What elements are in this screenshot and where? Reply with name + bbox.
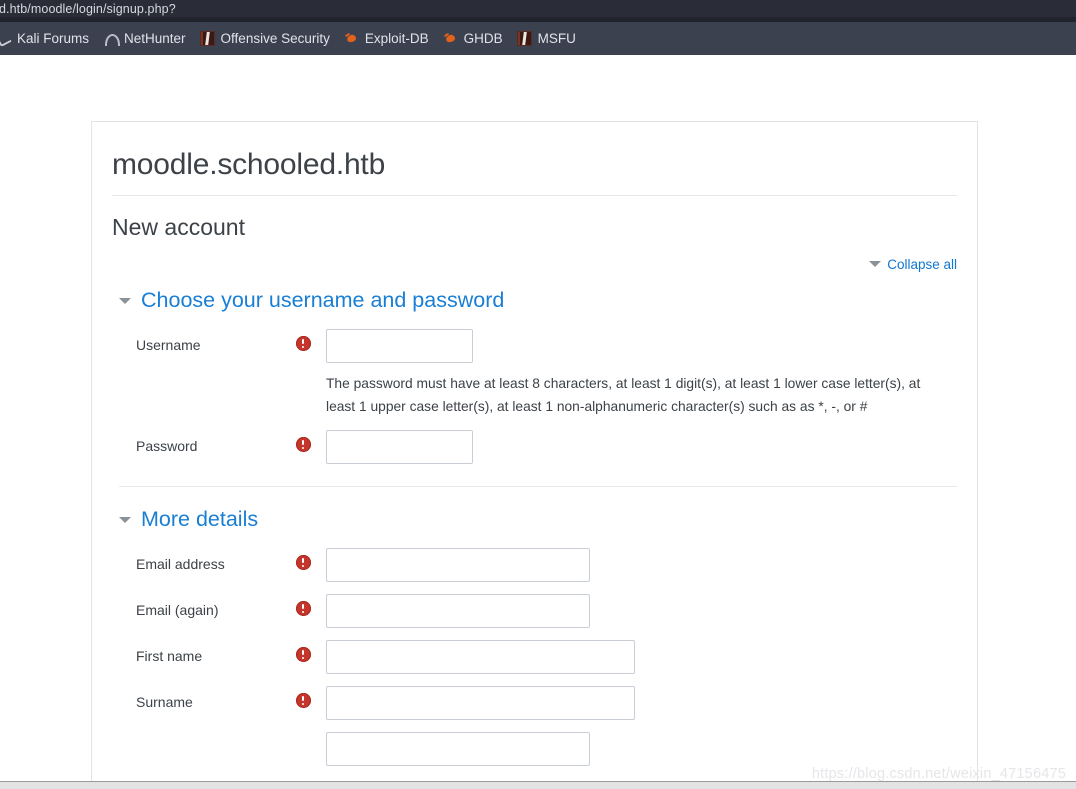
bookmark-ghdb[interactable]: GHDB [438, 28, 512, 49]
field-label-email-again: Email (again) [136, 602, 219, 618]
field-control-first-name [326, 640, 957, 674]
chevron-down-icon [119, 297, 131, 304]
kali-dragon-icon [0, 31, 11, 46]
chevron-down-icon [869, 261, 882, 267]
required-marker-email-address [280, 548, 326, 570]
required-exclamation-icon [295, 601, 311, 616]
metasploit-icon [516, 31, 532, 46]
bookmark-label: MSFU [537, 31, 576, 46]
field-control-password [326, 430, 957, 464]
collapse-all-label: Collapse all [887, 257, 957, 272]
required-exclamation-icon [295, 555, 311, 570]
field-label-first-name: First name [136, 648, 203, 664]
section-title[interactable]: More details [141, 507, 258, 532]
collapse-all-link[interactable]: Collapse all [869, 257, 957, 272]
field-row-next-clipped [112, 726, 957, 772]
required-marker-surname [280, 686, 326, 708]
chevron-down-icon [119, 516, 131, 523]
bookmark-exploit-db[interactable]: Exploit-DB [339, 28, 438, 49]
field-label-clipped [112, 732, 280, 739]
bookmarks-bar: Kali Forums NetHunter Offensive Security… [0, 22, 1076, 55]
bookmark-label: Kali Forums [17, 31, 90, 46]
section-title[interactable]: Choose your username and password [141, 288, 504, 313]
first-name-input[interactable] [326, 640, 635, 674]
required-marker-email-again [280, 594, 326, 616]
field-control-clipped [326, 732, 957, 766]
bug-icon [443, 31, 458, 46]
field-row-email-address: Email address [112, 542, 957, 588]
required-exclamation-icon [295, 647, 311, 662]
clipped-input[interactable] [326, 732, 590, 766]
field-row-surname: Surname [112, 680, 957, 726]
field-control-surname [326, 686, 957, 720]
field-control-email-again [326, 594, 957, 628]
section-choose-username-password: Choose your username and password Userna… [112, 274, 957, 487]
bookmark-label: Exploit-DB [364, 31, 429, 46]
url-text[interactable]: d.htb/moodle/login/signup.php? [0, 2, 176, 17]
password-policy-text: The password must have at least 8 charac… [326, 376, 921, 414]
password-policy-row: The password must have at least 8 charac… [112, 369, 957, 424]
field-row-first-name: First name [112, 634, 957, 680]
bug-icon [344, 31, 359, 46]
section-header-username-password[interactable]: Choose your username and password [112, 280, 957, 323]
window-bottom-edge [0, 781, 1076, 789]
browser-chrome: d.htb/moodle/login/signup.php? Kali Foru… [0, 0, 1076, 55]
field-label-email-address: Email address [136, 556, 225, 572]
offensive-security-icon [199, 31, 215, 46]
username-input[interactable] [326, 329, 473, 363]
required-exclamation-icon [295, 437, 311, 452]
bookmark-label: NetHunter [124, 31, 186, 46]
field-row-password: Password [112, 424, 957, 470]
field-control-email-address [326, 548, 957, 582]
site-title: moodle.schooled.htb [112, 148, 386, 181]
page-title: New account [112, 214, 245, 240]
bookmark-offensive-security[interactable]: Offensive Security [195, 28, 339, 49]
page-viewport: moodle.schooled.htb New account Collapse… [0, 55, 1076, 789]
bookmark-label: GHDB [463, 31, 503, 46]
surname-input[interactable] [326, 686, 635, 720]
field-label-username: Username [136, 337, 201, 353]
required-marker-password [280, 430, 326, 452]
browser-url-bar[interactable]: d.htb/moodle/login/signup.php? [0, 0, 1076, 17]
field-control-username [326, 329, 957, 363]
email-again-input[interactable] [326, 594, 590, 628]
password-input[interactable] [326, 430, 473, 464]
section-more-details: More details Email address Email (again) [112, 493, 957, 772]
section-header-more-details[interactable]: More details [112, 499, 957, 542]
section-divider [119, 486, 957, 487]
bookmark-label: Offensive Security [220, 31, 330, 46]
field-row-username: Username [112, 323, 957, 369]
required-marker-clipped [280, 732, 326, 739]
nethunter-icon [103, 31, 121, 46]
bookmark-nethunter[interactable]: NetHunter [98, 28, 195, 49]
field-row-email-again: Email (again) [112, 588, 957, 634]
collapse-all-row: Collapse all [112, 251, 957, 274]
required-exclamation-icon [295, 336, 311, 351]
required-marker-username [280, 329, 326, 351]
bookmark-kali-forums[interactable]: Kali Forums [0, 28, 98, 49]
signup-card: moodle.schooled.htb New account Collapse… [91, 121, 978, 789]
email-address-input[interactable] [326, 548, 590, 582]
field-label-password: Password [136, 438, 198, 454]
bookmark-msfu[interactable]: MSFU [512, 28, 585, 49]
field-label-surname: Surname [136, 694, 193, 710]
required-exclamation-icon [295, 693, 311, 708]
required-marker-first-name [280, 640, 326, 662]
